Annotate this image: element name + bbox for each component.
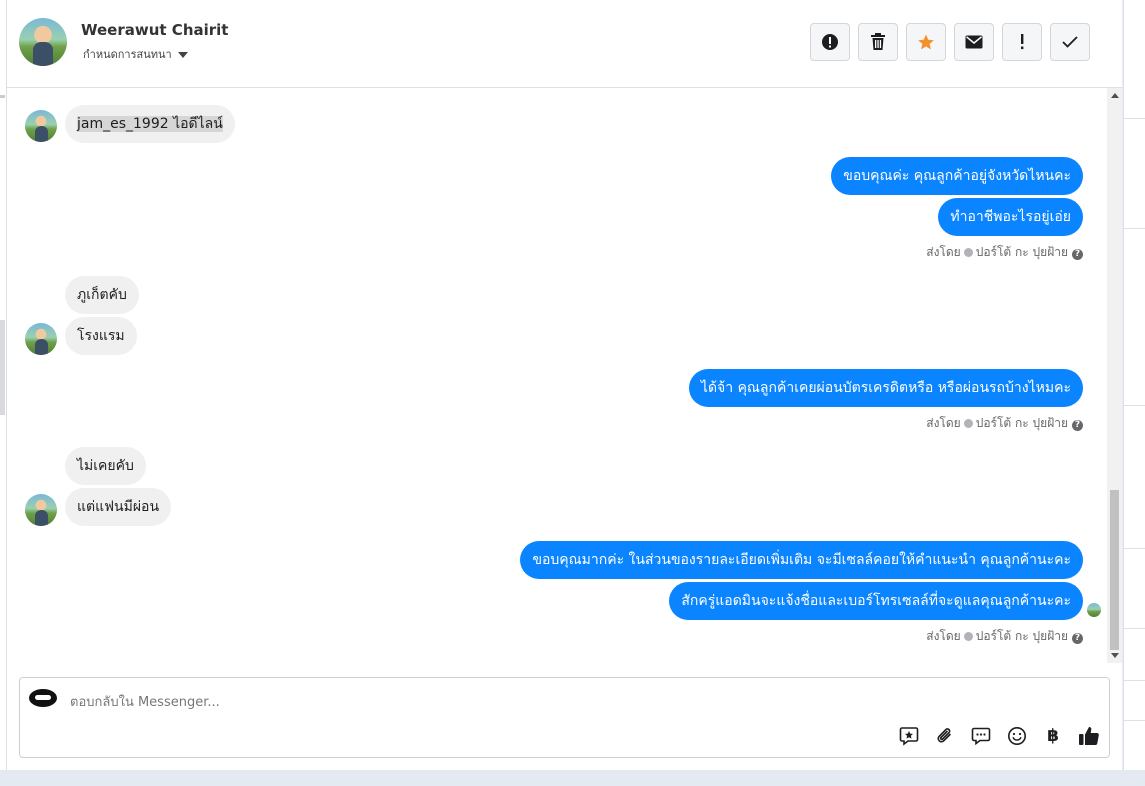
scroll-up-icon[interactable]: [1111, 93, 1119, 98]
star-icon: [918, 34, 934, 50]
sent-by-prefix: ส่งโดย: [926, 416, 961, 430]
attach-button[interactable]: [933, 724, 957, 748]
divider: [1124, 405, 1145, 406]
message-text: jam_es_1992 ไอดีไลน์: [77, 116, 223, 132]
message-incoming[interactable]: ไม่เคยคับ: [65, 447, 146, 485]
message-scrollbar[interactable]: [1107, 88, 1122, 663]
reply-input[interactable]: [68, 686, 772, 718]
like-button[interactable]: [1077, 724, 1101, 748]
help-icon[interactable]: ?: [1072, 420, 1083, 431]
contact-avatar-small[interactable]: [25, 323, 57, 355]
divider: [1124, 680, 1145, 681]
message-outgoing[interactable]: ได้จ้า คุณลูกค้าเคยผ่อนบัตรเครดิตหรือ หร…: [688, 369, 1083, 407]
caret-down-icon: [177, 52, 188, 58]
conversation-panel: Weerawut Chairit กำหนดการสนทนา jam_es_19…: [7, 0, 1122, 770]
delete-button[interactable]: [858, 23, 898, 61]
right-panel-edge: [1123, 0, 1145, 770]
envelope-icon: [965, 35, 983, 49]
contact-avatar-small[interactable]: [25, 494, 57, 526]
contact-avatar[interactable]: [19, 18, 67, 66]
page-logo-icon: [29, 689, 57, 707]
conversation-header: Weerawut Chairit กำหนดการสนทนา: [7, 0, 1122, 88]
sent-by-sender: ปอร์โต้ กะ ปุยฝ้าย: [975, 629, 1068, 643]
verified-dot-icon: [963, 248, 973, 257]
trash-icon: [871, 33, 885, 50]
divider: [1124, 720, 1145, 721]
chat-bubble-icon: [971, 727, 991, 746]
mark-unread-button[interactable]: [954, 23, 994, 61]
message-outgoing[interactable]: ขอบคุณค่ะ คุณลูกค้าอยู่จังหวัดไหนคะ: [831, 157, 1083, 195]
help-icon[interactable]: ?: [1072, 633, 1083, 644]
mark-spam-button[interactable]: [810, 23, 850, 61]
edge-mark: [0, 95, 5, 98]
conversation-label-dropdown[interactable]: กำหนดการสนทนา: [83, 45, 188, 63]
seen-indicator-avatar: [1087, 603, 1101, 617]
check-icon: [1062, 36, 1078, 48]
verified-dot-icon: [963, 632, 973, 641]
message-thread: jam_es_1992 ไอดีไลน์ ขอบคุณค่ะ คุณลูกค้า…: [7, 88, 1107, 663]
message-outgoing[interactable]: สักครู่แอดมินจะแจ้งชื่อและเบอร์โทรเซลล์ท…: [669, 582, 1083, 620]
reply-composer: ฿: [19, 677, 1110, 758]
exclamation-icon: [1021, 34, 1024, 50]
message-incoming[interactable]: ภูเก็ตคับ: [65, 276, 139, 314]
smiley-icon: [1008, 727, 1026, 745]
sent-by-info: ส่งโดย ปอร์โต้ กะ ปุยฝ้าย?: [926, 414, 1083, 433]
divider: [1124, 118, 1145, 119]
emoji-button[interactable]: [1005, 724, 1029, 748]
sent-by-info: ส่งโดย ปอร์โต้ กะ ปุยฝ้าย?: [926, 243, 1083, 262]
bottom-edge: [0, 770, 1145, 786]
important-button[interactable]: [1002, 23, 1042, 61]
message-outgoing[interactable]: ทำอาชีพอะไรอยู่เอ่ย: [938, 198, 1083, 236]
sent-by-prefix: ส่งโดย: [926, 629, 961, 643]
contact-name[interactable]: Weerawut Chairit: [81, 21, 228, 39]
message-incoming[interactable]: โรงแรม: [65, 317, 137, 355]
scroll-thumb[interactable]: [1110, 490, 1119, 650]
saved-reply-button[interactable]: [897, 724, 921, 748]
saved-reply-icon: [899, 727, 919, 746]
thumbs-up-icon: [1079, 727, 1099, 745]
help-icon[interactable]: ?: [1072, 249, 1083, 260]
scroll-down-icon[interactable]: [1111, 653, 1119, 658]
verified-dot-icon: [963, 419, 973, 428]
sent-by-sender: ปอร์โต้ กะ ปุยฝ้าย: [975, 416, 1068, 430]
label-dropdown-text: กำหนดการสนทนา: [83, 48, 172, 61]
divider: [1124, 628, 1145, 629]
star-button[interactable]: [906, 23, 946, 61]
left-panel-edge: [0, 0, 7, 770]
alert-circle-icon: [822, 34, 838, 50]
sent-by-sender: ปอร์โต้ กะ ปุยฝ้าย: [975, 245, 1068, 259]
message-incoming[interactable]: แต่แฟนมีผ่อน: [65, 488, 172, 526]
quick-reply-button[interactable]: [969, 724, 993, 748]
paperclip-icon: [937, 728, 951, 743]
sent-by-prefix: ส่งโดย: [926, 245, 961, 259]
mark-done-button[interactable]: [1050, 23, 1090, 61]
message-outgoing[interactable]: ขอบคุณมากค่ะ ในส่วนของรายละเอียดเพิ่มเติ…: [520, 541, 1083, 579]
divider: [1124, 548, 1145, 549]
message-incoming[interactable]: jam_es_1992 ไอดีไลน์: [65, 105, 235, 143]
contact-avatar-small[interactable]: [25, 110, 57, 142]
edge-scroll: [0, 320, 5, 415]
divider: [1124, 228, 1145, 229]
sent-by-info: ส่งโดย ปอร์โต้ กะ ปุยฝ้าย?: [926, 627, 1083, 646]
baht-icon[interactable]: ฿: [1041, 724, 1065, 748]
